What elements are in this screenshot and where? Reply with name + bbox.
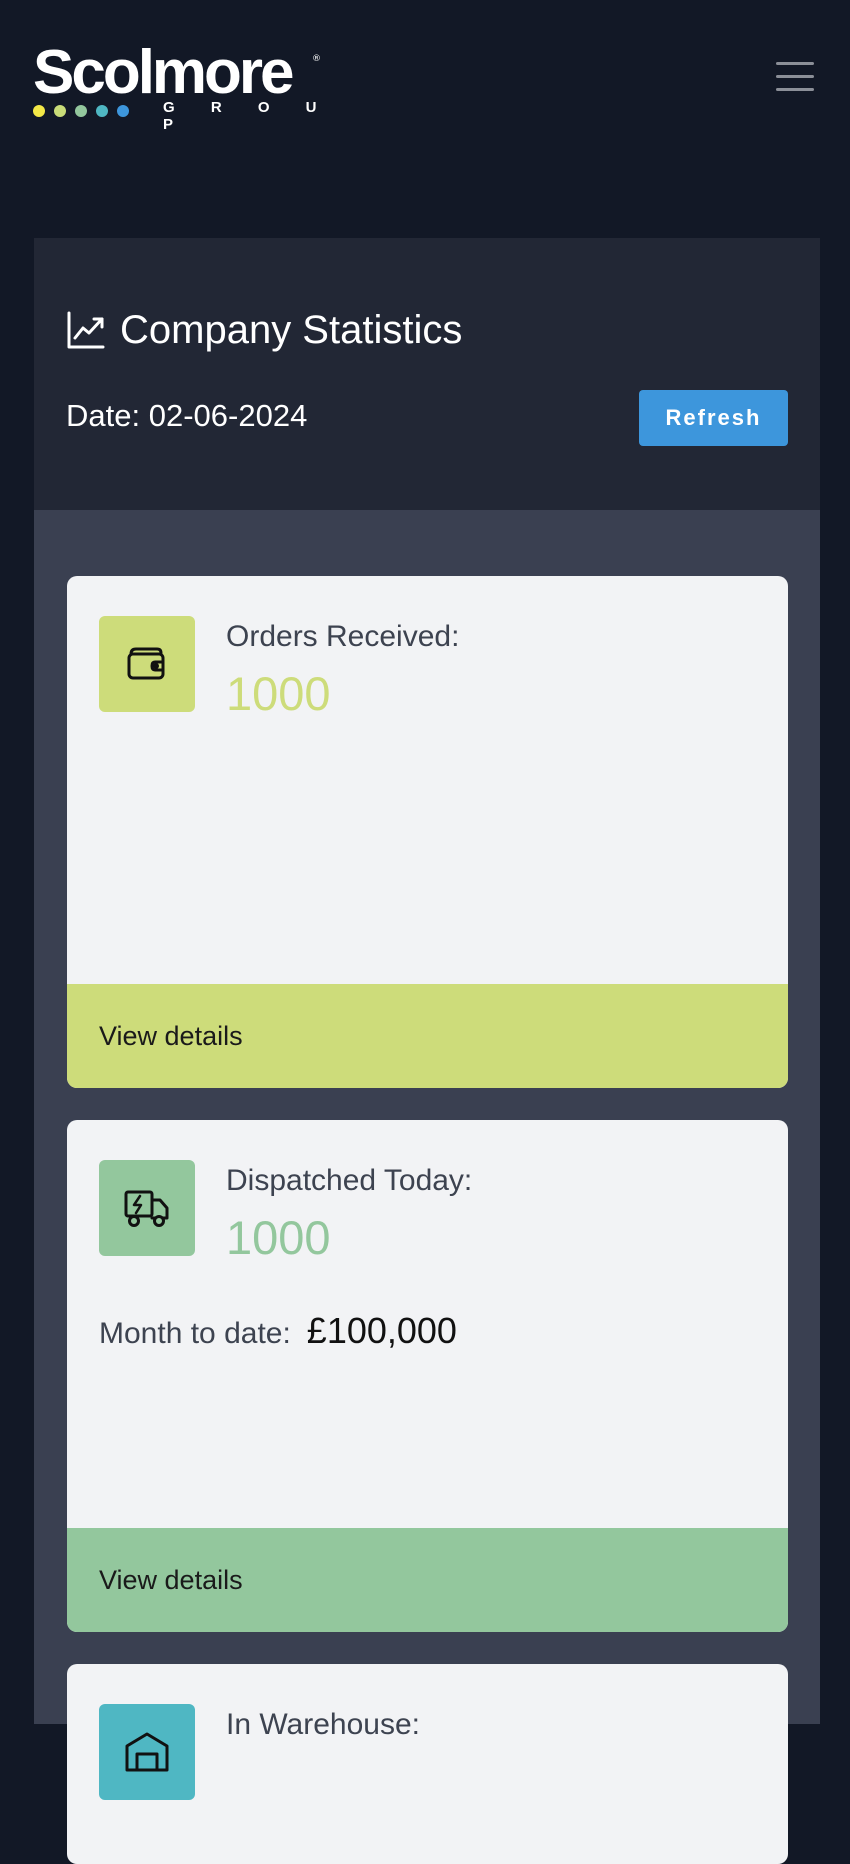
month-to-date-label: Month to date: bbox=[99, 1317, 291, 1350]
line-chart-icon bbox=[67, 311, 105, 349]
date-value: 02-06-2024 bbox=[148, 398, 308, 433]
logo-group-text: G R O U P bbox=[163, 99, 333, 133]
hamburger-menu-icon[interactable] bbox=[776, 62, 814, 92]
menu-bar bbox=[776, 75, 814, 78]
in-warehouse-card: In Warehouse: bbox=[67, 1664, 788, 1864]
date-label: Date: bbox=[66, 398, 141, 433]
view-details-label: View details bbox=[99, 1020, 243, 1051]
menu-bar bbox=[776, 88, 814, 91]
card-icon-tile bbox=[99, 1160, 195, 1256]
month-to-date-value: £100,000 bbox=[306, 1310, 457, 1351]
panel-header: Company Statistics Date: 02-06-2024 Refr… bbox=[34, 238, 820, 510]
logo-color-dots bbox=[33, 102, 138, 117]
company-statistics-panel: Company Statistics Date: 02-06-2024 Refr… bbox=[34, 238, 820, 1864]
logo-registered-mark: ® bbox=[312, 54, 321, 64]
logo-dot bbox=[33, 105, 45, 117]
logo-dot bbox=[75, 105, 87, 117]
delivery-truck-icon bbox=[124, 1190, 169, 1227]
logo-wordmark: Scolmore bbox=[33, 38, 295, 107]
logo-dot bbox=[96, 105, 108, 117]
card-icon-tile bbox=[99, 616, 195, 712]
view-details-link[interactable]: View details bbox=[67, 984, 788, 1088]
refresh-button[interactable]: Refresh bbox=[639, 390, 788, 446]
top-navigation-bar: Scolmore ® G R O U P bbox=[0, 0, 850, 238]
warehouse-icon bbox=[125, 1732, 169, 1772]
view-details-link[interactable]: View details bbox=[67, 1528, 788, 1632]
card-label: In Warehouse: bbox=[226, 1708, 420, 1741]
logo-dot bbox=[54, 105, 66, 117]
card-icon-tile bbox=[99, 1704, 195, 1800]
card-label: Dispatched Today: bbox=[226, 1164, 473, 1197]
card-value: 1000 bbox=[226, 1211, 331, 1264]
view-details-label: View details bbox=[99, 1564, 243, 1595]
scolmore-group-logo[interactable]: Scolmore ® G R O U P bbox=[33, 38, 333, 133]
orders-received-card: Orders Received: 1000 View details bbox=[67, 576, 788, 1088]
dispatched-today-card: Dispatched Today: 1000 Month to date: £10… bbox=[67, 1120, 788, 1632]
menu-bar bbox=[776, 62, 814, 65]
page-title: Company Statistics bbox=[120, 308, 463, 352]
card-value: 1000 bbox=[226, 667, 331, 720]
month-to-date-row: Month to date: £100,000 bbox=[99, 1310, 457, 1352]
logo-dot bbox=[117, 105, 129, 117]
wallet-icon bbox=[127, 647, 165, 680]
report-date: Date: 02-06-2024 bbox=[66, 398, 307, 434]
card-label: Orders Received: bbox=[226, 620, 460, 653]
